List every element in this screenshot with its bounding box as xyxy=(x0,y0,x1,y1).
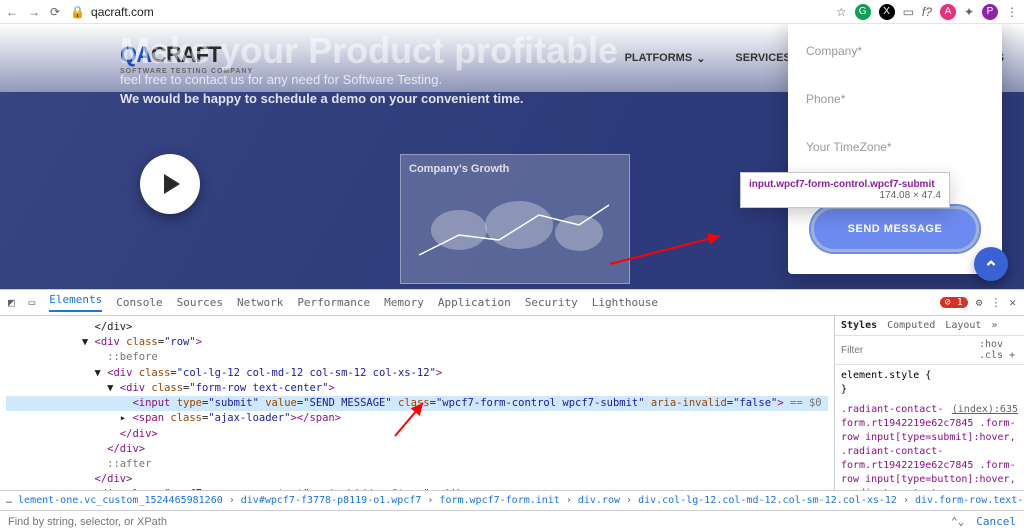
ext-a[interactable]: A xyxy=(940,4,956,20)
inspect-mode-icon[interactable]: ◩ xyxy=(8,296,15,309)
styles-tab[interactable]: Styles xyxy=(841,320,877,331)
extension-icons: ☆ G X ▭ f? A ✦ P ⋮ xyxy=(836,4,1018,20)
elements-tree[interactable]: </div> ▼ <div class="row"> ::before ▼ <d… xyxy=(0,316,834,490)
nav-platforms[interactable]: PLATFORMS ⌄ xyxy=(625,52,706,65)
scroll-to-top-button[interactable] xyxy=(974,247,1008,281)
tab-security[interactable]: Security xyxy=(525,296,578,309)
tab-application[interactable]: Application xyxy=(438,296,511,309)
tab-sources[interactable]: Sources xyxy=(177,296,223,309)
tab-memory[interactable]: Memory xyxy=(384,296,424,309)
star-icon[interactable]: ☆ xyxy=(836,5,847,19)
hero-line1: feel free to contact us for any need for… xyxy=(120,72,618,87)
ext-grammarly[interactable]: G xyxy=(855,4,871,20)
browser-address-bar: ← → ⟳ 🔒 qacraft.com ☆ G X ▭ f? A ✦ P ⋮ xyxy=(0,0,1024,24)
error-count-badge[interactable]: ⊘ 1 xyxy=(940,297,968,308)
close-devtools-icon[interactable]: ✕ xyxy=(1009,296,1016,309)
tab-lighthouse[interactable]: Lighthouse xyxy=(592,296,658,309)
devtools-panel: ◩ ▭ Elements Console Sources Network Per… xyxy=(0,289,1024,532)
url-field[interactable]: 🔒 qacraft.com xyxy=(70,5,826,19)
rule-source-link[interactable]: (index):635 xyxy=(952,403,1018,417)
settings-gear-icon[interactable]: ⚙ xyxy=(976,296,983,309)
dom-breadcrumb[interactable]: … lement-one.vc_custom_1524465981260 › d… xyxy=(0,490,1024,510)
phone-field[interactable] xyxy=(806,86,984,112)
devtools-tabs: ◩ ▭ Elements Console Sources Network Per… xyxy=(0,290,1024,316)
back-icon[interactable]: ← xyxy=(6,5,18,19)
computed-tab[interactable]: Computed xyxy=(887,320,935,331)
chart-title: Company's Growth xyxy=(409,163,621,175)
device-mode-icon[interactable]: ▭ xyxy=(29,296,36,309)
styles-filter-input[interactable] xyxy=(841,345,973,356)
send-message-button[interactable]: SEND MESSAGE xyxy=(811,206,980,252)
styles-sidebar: Styles Computed Layout » :hov .cls + ele… xyxy=(834,316,1024,490)
ext-box-icon[interactable]: ▭ xyxy=(903,5,914,19)
styles-rules[interactable]: element.style { } (index):635.radiant-co… xyxy=(835,365,1024,490)
forward-icon[interactable]: → xyxy=(28,5,40,19)
tab-network[interactable]: Network xyxy=(237,296,283,309)
ext-puzzle-icon[interactable]: ✦ xyxy=(964,5,974,19)
contact-form-card: Ema SEND MESSAGE xyxy=(788,24,1002,274)
layout-tab[interactable]: Layout xyxy=(945,320,981,331)
timezone-field[interactable] xyxy=(806,134,984,160)
elements-search-input[interactable] xyxy=(8,516,951,528)
lock-icon: 🔒 xyxy=(70,5,85,19)
filter-extras[interactable]: :hov .cls + xyxy=(979,339,1018,361)
search-next-icon[interactable]: ⌄ xyxy=(958,515,965,528)
ext-whatfont[interactable]: f? xyxy=(922,5,932,19)
inspect-dimensions: 174.08 × 47.4 xyxy=(880,190,941,201)
world-map-graphic xyxy=(409,175,619,275)
search-cancel-button[interactable]: Cancel xyxy=(964,515,1016,528)
url-text: qacraft.com xyxy=(91,5,154,19)
tab-elements[interactable]: Elements xyxy=(49,293,102,312)
inspect-tooltip: input.wpcf7-form-control.wpcf7-submit 17… xyxy=(740,172,950,208)
search-prev-icon[interactable]: ⌃ xyxy=(951,515,958,528)
page-hero: QACRAFT SOFTWARE TESTING COMPANY PLATFOR… xyxy=(0,24,1024,289)
profile-avatar[interactable]: P xyxy=(982,4,998,20)
kebab-icon[interactable]: ⋮ xyxy=(1006,5,1018,19)
ext-x[interactable]: X xyxy=(879,4,895,20)
tab-console[interactable]: Console xyxy=(116,296,162,309)
elements-search-bar: ⌃ ⌄ Cancel xyxy=(0,510,1024,532)
inspect-selector: input.wpcf7-form-control.wpcf7-submit xyxy=(749,179,935,190)
kebab-icon[interactable]: ⋮ xyxy=(990,296,1001,309)
tab-performance[interactable]: Performance xyxy=(297,296,370,309)
growth-chart-card: Company's Growth xyxy=(400,154,630,284)
company-field[interactable] xyxy=(806,38,984,64)
hero-copy: Make your Product profitable feel free t… xyxy=(120,30,618,106)
selected-dom-node[interactable]: <input type="submit" value="SEND MESSAGE… xyxy=(6,396,828,411)
reload-icon[interactable]: ⟳ xyxy=(50,5,60,19)
hero-line2: We would be happy to schedule a demo on … xyxy=(120,91,618,106)
more-tabs[interactable]: » xyxy=(991,320,997,331)
play-button[interactable] xyxy=(140,154,200,214)
hero-title: Make your Product profitable xyxy=(120,30,618,72)
